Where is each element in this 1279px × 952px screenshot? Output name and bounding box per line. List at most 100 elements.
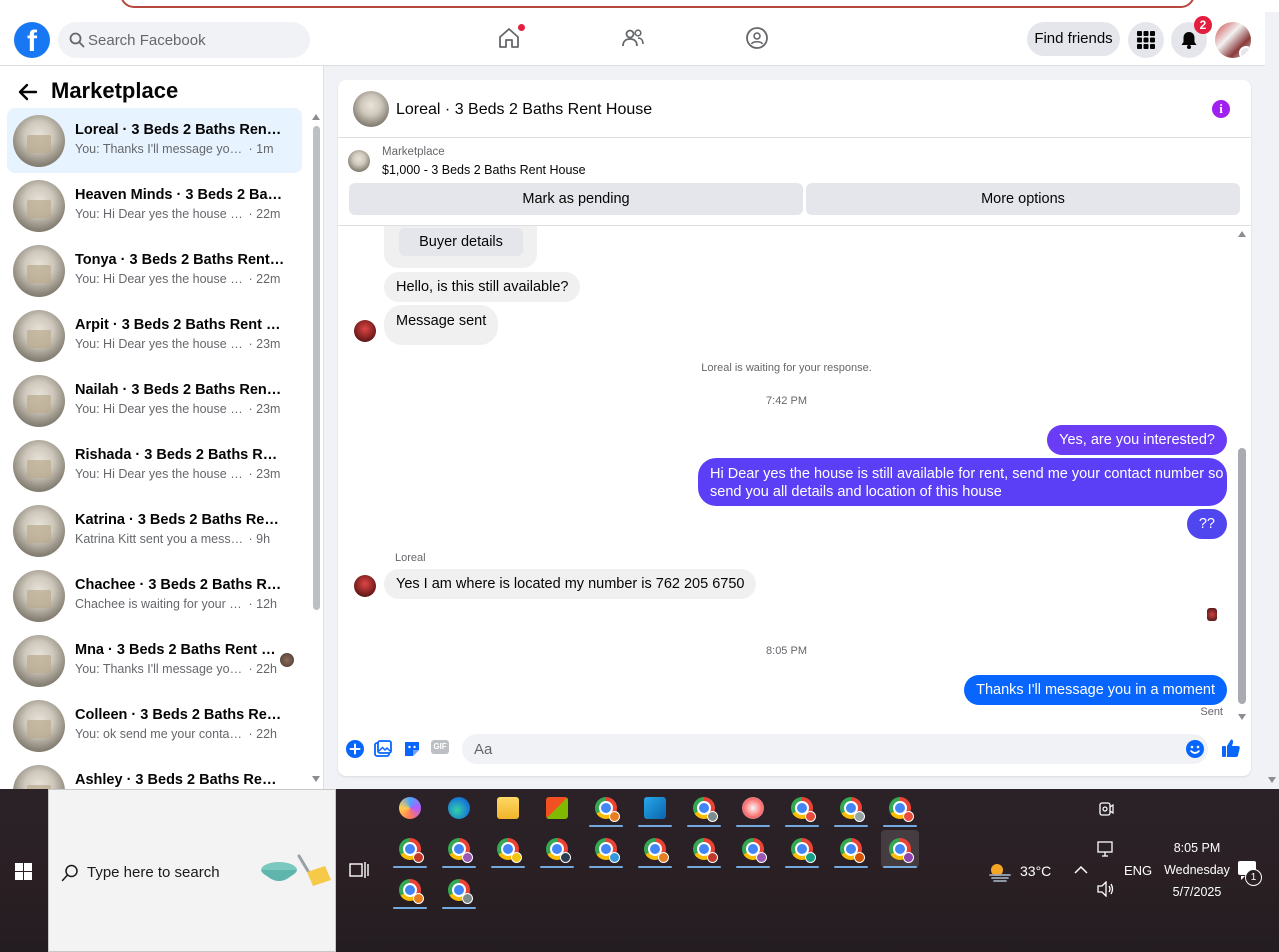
chrome-profile-taskbar-button[interactable] bbox=[685, 830, 723, 868]
conversation-preview-row: You: Hi Dear yes the house is still ... … bbox=[75, 402, 287, 416]
copilot-icon bbox=[399, 797, 421, 819]
conversation-item[interactable]: Nailah · 3 Beds 2 Baths Rent Ho... You: H… bbox=[7, 368, 302, 433]
add-icon[interactable] bbox=[346, 740, 364, 758]
conversation-preview: You: Thanks I'll message you in... bbox=[75, 662, 245, 676]
conversation-item[interactable]: Loreal · 3 Beds 2 Baths Rent Ho... You: T… bbox=[7, 108, 302, 173]
file-explorer-taskbar-button[interactable] bbox=[489, 789, 527, 827]
meet-now-icon[interactable] bbox=[1098, 801, 1114, 817]
conversation-item[interactable]: Arpit · 3 Beds 2 Baths Rent House You: Hi… bbox=[7, 303, 302, 368]
find-friends-button[interactable]: Find friends bbox=[1027, 22, 1120, 56]
profile-avatar[interactable] bbox=[1215, 22, 1251, 58]
clock-time[interactable]: 8:05 PM bbox=[1167, 841, 1227, 855]
message-composer: GIF bbox=[338, 722, 1251, 776]
sender-avatar[interactable] bbox=[354, 575, 376, 597]
more-options-button[interactable]: More options bbox=[806, 183, 1240, 215]
clock-day[interactable]: Wednesday bbox=[1155, 863, 1239, 877]
profile-badge-icon bbox=[707, 811, 718, 822]
listing-thumbnail bbox=[13, 765, 65, 789]
chevron-up-icon[interactable] bbox=[1074, 865, 1088, 875]
listing-thumbnail bbox=[13, 310, 65, 362]
chrome-profile-taskbar-button[interactable] bbox=[440, 871, 478, 909]
chrome-profile-taskbar-button[interactable] bbox=[587, 830, 625, 868]
taskbar-search-input[interactable] bbox=[87, 858, 257, 886]
chrome-profile-taskbar-button[interactable] bbox=[391, 830, 429, 868]
like-icon[interactable] bbox=[1221, 738, 1241, 758]
chrome-profile-taskbar-button[interactable] bbox=[832, 789, 870, 827]
sticker-icon[interactable] bbox=[403, 740, 421, 758]
gif-icon[interactable]: GIF bbox=[431, 740, 449, 754]
conversation-preview-row: Katrina Kitt sent you a message ab... · … bbox=[75, 532, 287, 546]
buyer-details-button[interactable]: Buyer details bbox=[399, 228, 523, 256]
chrome-profile-taskbar-button[interactable] bbox=[881, 830, 919, 868]
chrome-profile-taskbar-button[interactable] bbox=[734, 830, 772, 868]
windows-start-icon[interactable] bbox=[15, 863, 32, 880]
message-field[interactable] bbox=[462, 734, 1208, 764]
conversation-preview-row: You: Hi Dear yes the house is still ... … bbox=[75, 337, 287, 351]
listing-price[interactable]: $1,000 - 3 Beds 2 Baths Rent House bbox=[382, 163, 586, 177]
menu-grid-icon[interactable] bbox=[1128, 22, 1164, 58]
message-input[interactable] bbox=[474, 734, 1164, 764]
friends-icon[interactable] bbox=[621, 26, 645, 50]
profile-badge-icon bbox=[462, 893, 473, 904]
conversation-item[interactable]: Mna · 3 Beds 2 Baths Rent Ho... You: Than… bbox=[7, 628, 302, 693]
conversation-item[interactable]: Ashley · 3 Beds 2 Baths Rent Ho... bbox=[7, 758, 302, 789]
profile-badge-icon bbox=[658, 852, 669, 863]
sender-avatar[interactable] bbox=[354, 320, 376, 342]
network-icon[interactable] bbox=[1097, 841, 1115, 857]
chrome-profile-taskbar-button[interactable] bbox=[783, 830, 821, 868]
store-taskbar-button[interactable] bbox=[538, 789, 576, 827]
chrome-profile-taskbar-button[interactable] bbox=[587, 789, 625, 827]
chrome-profile-taskbar-button[interactable] bbox=[685, 789, 723, 827]
volume-icon[interactable] bbox=[1097, 881, 1115, 897]
chrome-profile-taskbar-button[interactable] bbox=[881, 789, 919, 827]
conversation-item[interactable]: Heaven Minds · 3 Beds 2 Baths ... You: Hi… bbox=[7, 173, 302, 238]
weather-temp[interactable]: 33°C bbox=[1020, 863, 1051, 879]
weather-icon[interactable] bbox=[988, 861, 1012, 883]
outlook-taskbar-button[interactable] bbox=[636, 789, 674, 827]
chrome-profile-taskbar-button[interactable] bbox=[489, 830, 527, 868]
page-scrollbar[interactable] bbox=[1265, 12, 1279, 789]
mark-as-pending-button[interactable]: Mark as pending bbox=[349, 183, 803, 215]
profile-badge-icon bbox=[805, 811, 816, 822]
conversation-item[interactable]: Colleen · 3 Beds 2 Baths Rent H... You: o… bbox=[7, 693, 302, 758]
chat-title[interactable]: Loreal · 3 Beds 2 Baths Rent House bbox=[396, 101, 652, 119]
conversation-item[interactable]: Rishada · 3 Beds 2 Baths Rent H... You: H… bbox=[7, 433, 302, 498]
snipping-tool-taskbar-button[interactable] bbox=[734, 789, 772, 827]
facebook-logo-icon[interactable]: f bbox=[14, 22, 50, 58]
emoji-icon[interactable] bbox=[1186, 740, 1204, 758]
taskbar-search[interactable] bbox=[48, 789, 336, 952]
listing-thumbnail[interactable] bbox=[348, 150, 370, 172]
search-input[interactable] bbox=[88, 22, 298, 58]
thread-scrollbar[interactable] bbox=[1236, 226, 1248, 722]
search-box[interactable] bbox=[58, 22, 310, 58]
conversation-item[interactable]: Chachee · 3 Beds 2 Baths Rent H... Chache… bbox=[7, 563, 302, 628]
conversation-item[interactable]: Tonya · 3 Beds 2 Baths Rent Hou... You: H… bbox=[7, 238, 302, 303]
incoming-message: Yes I am where is located my number is 7… bbox=[384, 569, 757, 599]
conversation-time: · 12h bbox=[248, 597, 277, 611]
sidebar-scrollbar[interactable] bbox=[311, 108, 321, 788]
photo-icon[interactable] bbox=[374, 740, 392, 758]
conversation-title: Mna · 3 Beds 2 Baths Rent Ho... bbox=[75, 642, 285, 658]
chrome-profile-taskbar-button[interactable] bbox=[440, 830, 478, 868]
clock-date[interactable]: 5/7/2025 bbox=[1160, 885, 1234, 899]
outgoing-message: Yes, are you interested? bbox=[1047, 425, 1227, 455]
back-arrow-icon[interactable] bbox=[18, 82, 38, 102]
profile-badge-icon bbox=[903, 852, 914, 863]
language-indicator[interactable]: ENG bbox=[1124, 863, 1152, 878]
info-icon[interactable]: i bbox=[1212, 100, 1230, 118]
chrome-profile-taskbar-button[interactable] bbox=[832, 830, 870, 868]
chrome-profile-taskbar-button[interactable] bbox=[783, 789, 821, 827]
copilot-taskbar-button[interactable] bbox=[391, 789, 429, 827]
conversation-item[interactable]: Katrina · 3 Beds 2 Baths Rent Ho... Katri… bbox=[7, 498, 302, 563]
windows-taskbar: 33°C ENG 8:05 PM Wednesday 5/7/2025 1 bbox=[0, 789, 1279, 952]
chat-avatar[interactable] bbox=[353, 91, 389, 127]
task-view-icon[interactable] bbox=[349, 861, 369, 879]
chrome-profile-taskbar-button[interactable] bbox=[391, 871, 429, 909]
chrome-profile-taskbar-button[interactable] bbox=[636, 830, 674, 868]
home-icon[interactable] bbox=[497, 24, 525, 50]
listing-thumbnail bbox=[13, 440, 65, 492]
chrome-profile-taskbar-button[interactable] bbox=[538, 830, 576, 868]
groups-icon[interactable] bbox=[745, 26, 769, 50]
edge-taskbar-button[interactable] bbox=[440, 789, 478, 827]
profile-badge-icon bbox=[903, 811, 914, 822]
